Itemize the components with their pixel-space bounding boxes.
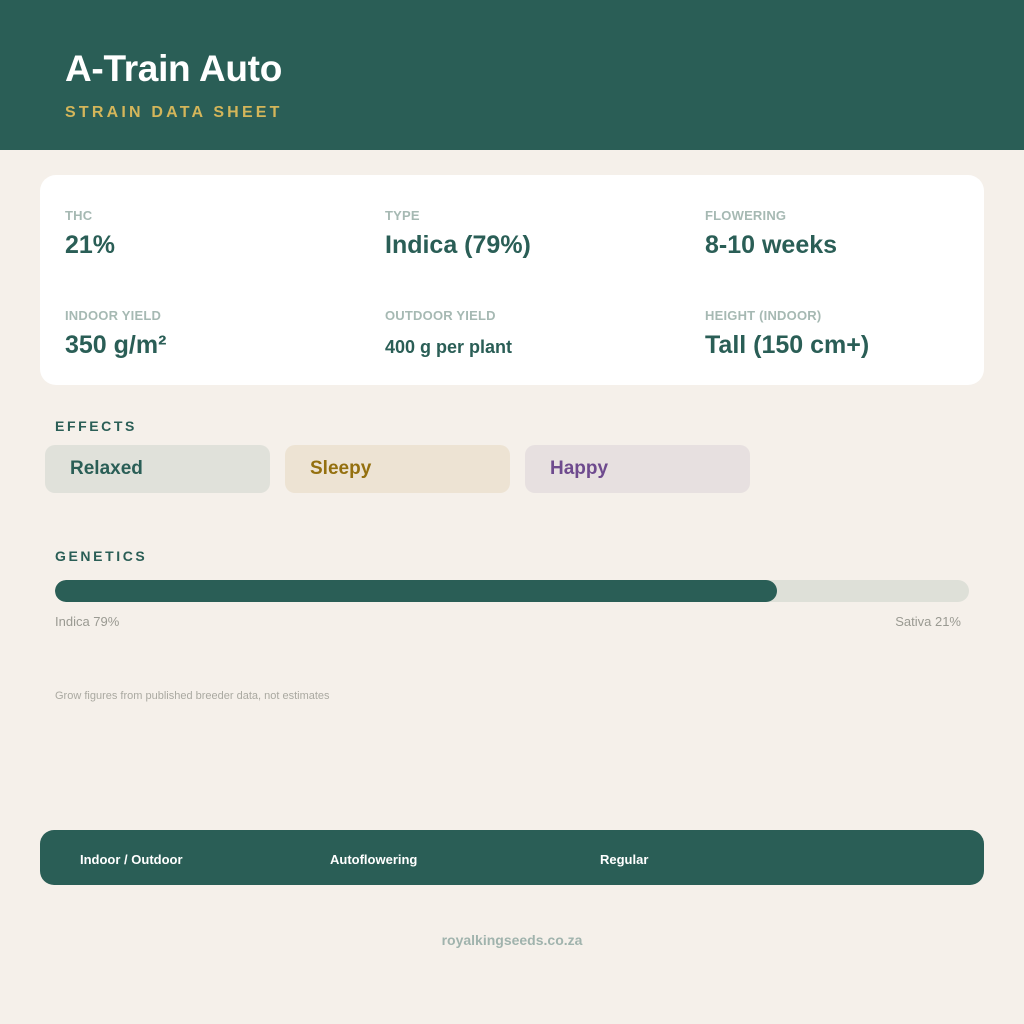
stat-value: Tall (150 cm+) xyxy=(705,331,870,359)
effect-chip-label: Sleepy xyxy=(310,458,372,479)
genetics-bar-indica-fill xyxy=(55,580,778,602)
stat-label: THC xyxy=(65,208,93,223)
footer-item-seed-type: Regular xyxy=(600,852,649,867)
footer-bar: Indoor / Outdoor Autoflowering Regular xyxy=(40,830,984,885)
genetics-heading: GENETICS xyxy=(55,548,148,564)
indica-caption: Indica 79% xyxy=(55,614,120,629)
data-source-note: Grow figures from published breeder data… xyxy=(55,690,330,702)
effect-chip-label: Relaxed xyxy=(70,458,143,479)
stat-flowering: FLOWERING 8-10 weeks xyxy=(705,208,837,260)
stats-card: THC 21% TYPE Indica (79%) FLOWERING 8-10… xyxy=(40,175,984,385)
stat-label: INDOOR YIELD xyxy=(65,308,162,323)
stat-value: 350 g/m² xyxy=(65,331,167,359)
stat-value: 400 g per plant xyxy=(385,337,513,357)
effect-chip-happy: Happy xyxy=(525,445,750,493)
stat-value: 8-10 weeks xyxy=(705,231,838,259)
footer-item-flowering-type: Autoflowering xyxy=(330,852,418,867)
header-banner: A-Train Auto STRAIN DATA SHEET xyxy=(0,0,1024,150)
footer-item-growing-environment: Indoor / Outdoor xyxy=(80,852,183,867)
stat-thc: THC 21% xyxy=(65,208,115,260)
effect-chip-label: Happy xyxy=(550,458,609,479)
stat-label: FLOWERING xyxy=(705,208,787,223)
stat-label: HEIGHT (INDOOR) xyxy=(705,308,822,323)
stat-label: TYPE xyxy=(385,208,420,223)
stat-value: Indica (79%) xyxy=(385,231,531,259)
effects-heading: EFFECTS xyxy=(55,418,137,434)
stat-indoor-yield: INDOOR YIELD 350 g/m² xyxy=(65,308,166,360)
effect-chip-relaxed: Relaxed xyxy=(45,445,270,493)
genetics-bar xyxy=(55,580,969,602)
strain-title: A-Train Auto xyxy=(65,48,283,89)
sativa-caption: Sativa 21% xyxy=(895,614,961,629)
stat-outdoor-yield: OUTDOOR YIELD 400 g per plant xyxy=(385,308,512,358)
stat-type: TYPE Indica (79%) xyxy=(385,208,531,260)
sheet-subtitle: STRAIN DATA SHEET xyxy=(65,104,283,121)
stat-height: HEIGHT (INDOOR) Tall (150 cm+) xyxy=(705,308,869,360)
effect-chip-sleepy: Sleepy xyxy=(285,445,510,493)
stat-label: OUTDOOR YIELD xyxy=(385,308,496,323)
website-link[interactable]: royalkingseeds.co.za xyxy=(0,932,1024,948)
stat-value: 21% xyxy=(65,231,116,259)
